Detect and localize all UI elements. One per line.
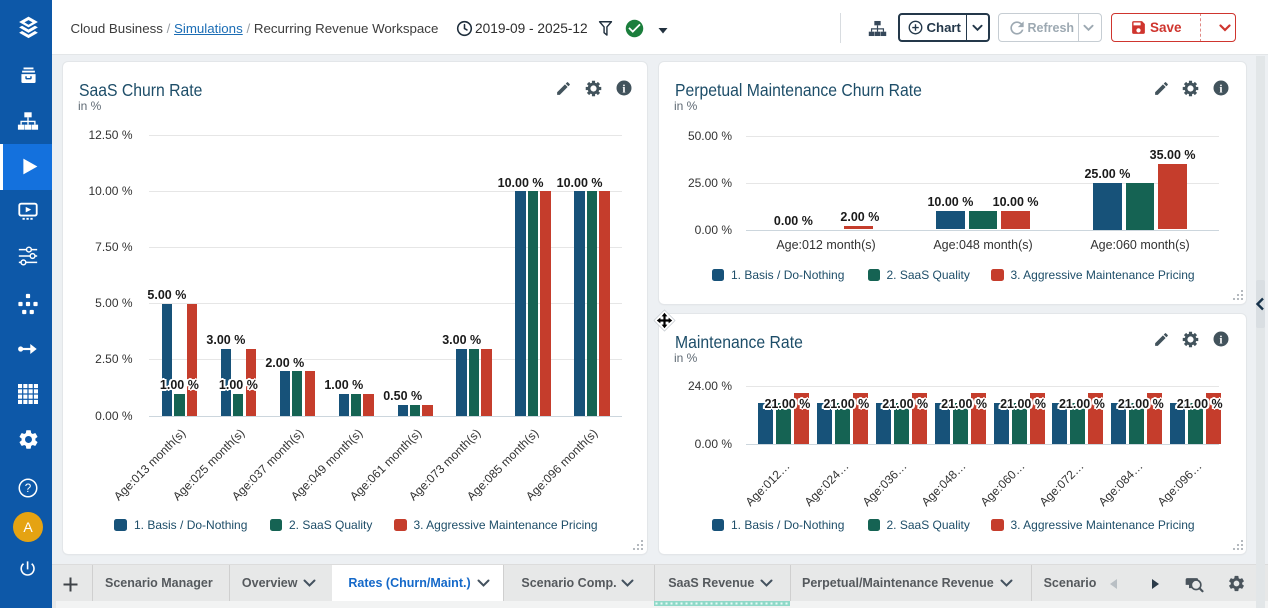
svg-text:i: i <box>1219 335 1222 347</box>
svg-text:i: i <box>1219 84 1222 96</box>
svg-text:i: i <box>622 84 625 96</box>
svg-text:?: ? <box>25 482 32 495</box>
